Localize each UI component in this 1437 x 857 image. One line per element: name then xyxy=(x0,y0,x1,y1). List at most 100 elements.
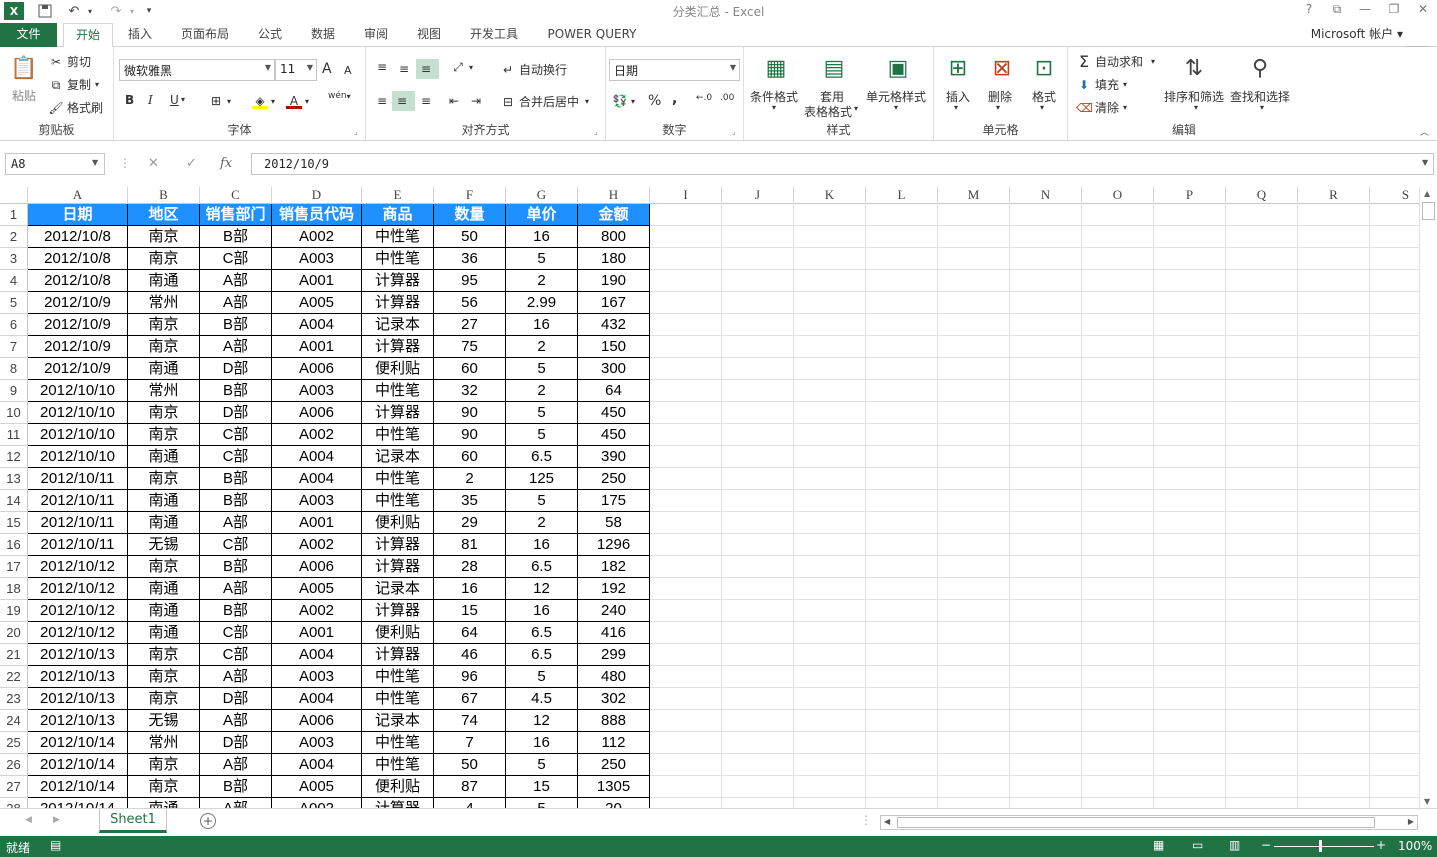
empty-cell[interactable] xyxy=(650,314,722,336)
empty-cell[interactable] xyxy=(1154,666,1226,688)
table-cell[interactable]: A003 xyxy=(272,490,362,512)
column-header-D[interactable]: D xyxy=(272,187,362,204)
empty-cell[interactable] xyxy=(722,314,794,336)
table-cell[interactable]: A005 xyxy=(272,292,362,314)
empty-cell[interactable] xyxy=(866,380,938,402)
table-cell[interactable]: 888 xyxy=(578,710,650,732)
empty-cell[interactable] xyxy=(722,292,794,314)
column-header-Q[interactable]: Q xyxy=(1226,187,1298,204)
empty-cell[interactable] xyxy=(1226,248,1298,270)
empty-cell[interactable] xyxy=(938,402,1010,424)
empty-cell[interactable] xyxy=(1082,578,1154,600)
empty-cell[interactable] xyxy=(722,644,794,666)
table-cell[interactable]: A部 xyxy=(200,512,272,534)
column-header-M[interactable]: M xyxy=(938,187,1010,204)
empty-cell[interactable] xyxy=(650,358,722,380)
align-middle-button[interactable]: ≡ xyxy=(396,61,415,77)
tab-view[interactable]: 视图 xyxy=(409,23,449,47)
page-layout-view-icon[interactable]: ▭ xyxy=(1192,838,1203,852)
copy-button[interactable]: ⧉ 复制 ▾ xyxy=(48,76,99,93)
table-cell[interactable]: C部 xyxy=(200,644,272,666)
row-header[interactable]: 7 xyxy=(0,336,28,358)
conditional-format-icon[interactable]: ▦ xyxy=(760,53,792,85)
table-cell[interactable]: 27 xyxy=(434,314,506,336)
table-header-cell[interactable]: 地区 xyxy=(128,204,200,226)
table-cell[interactable]: 35 xyxy=(434,490,506,512)
empty-cell[interactable] xyxy=(1154,402,1226,424)
empty-cell[interactable] xyxy=(938,600,1010,622)
empty-cell[interactable] xyxy=(1226,468,1298,490)
empty-cell[interactable] xyxy=(650,490,722,512)
empty-cell[interactable] xyxy=(794,578,866,600)
empty-cell[interactable] xyxy=(866,600,938,622)
table-cell[interactable]: 记录本 xyxy=(362,710,434,732)
table-cell[interactable]: C部 xyxy=(200,622,272,644)
increase-indent-button[interactable]: ⇥ xyxy=(468,93,487,109)
table-cell[interactable]: 记录本 xyxy=(362,578,434,600)
empty-cell[interactable] xyxy=(722,666,794,688)
empty-cell[interactable] xyxy=(1370,556,1419,578)
empty-cell[interactable] xyxy=(866,204,938,226)
table-cell[interactable]: 计算器 xyxy=(362,270,434,292)
page-break-view-icon[interactable]: ▥ xyxy=(1229,838,1240,852)
empty-cell[interactable] xyxy=(1226,336,1298,358)
zoom-slider[interactable] xyxy=(1274,846,1374,847)
table-cell[interactable]: A004 xyxy=(272,314,362,336)
table-cell[interactable]: 390 xyxy=(578,446,650,468)
empty-cell[interactable] xyxy=(1298,468,1370,490)
empty-cell[interactable] xyxy=(1154,248,1226,270)
table-cell[interactable]: A003 xyxy=(272,666,362,688)
chevron-down-icon[interactable]: ▾ xyxy=(996,103,1000,112)
table-cell[interactable]: 2012/10/13 xyxy=(28,710,128,732)
enter-icon[interactable]: ✓ xyxy=(186,156,197,171)
empty-cell[interactable] xyxy=(1226,380,1298,402)
empty-cell[interactable] xyxy=(1370,314,1419,336)
empty-cell[interactable] xyxy=(1298,358,1370,380)
table-cell[interactable]: 2012/10/12 xyxy=(28,622,128,644)
table-cell[interactable]: 302 xyxy=(578,688,650,710)
empty-cell[interactable] xyxy=(1154,336,1226,358)
table-cell[interactable]: 2012/10/14 xyxy=(28,776,128,798)
table-cell[interactable]: 南京 xyxy=(128,666,200,688)
empty-cell[interactable] xyxy=(1082,446,1154,468)
table-cell[interactable]: 1305 xyxy=(578,776,650,798)
table-cell[interactable]: 2012/10/14 xyxy=(28,798,128,808)
row-header[interactable]: 10 xyxy=(0,402,28,424)
table-cell[interactable]: A002 xyxy=(272,424,362,446)
empty-cell[interactable] xyxy=(1298,666,1370,688)
column-header-G[interactable]: G xyxy=(506,187,578,204)
empty-cell[interactable] xyxy=(1082,490,1154,512)
table-cell[interactable]: 64 xyxy=(434,622,506,644)
table-cell[interactable]: 450 xyxy=(578,424,650,446)
empty-cell[interactable] xyxy=(794,226,866,248)
empty-cell[interactable] xyxy=(938,688,1010,710)
empty-cell[interactable] xyxy=(1370,776,1419,798)
table-cell[interactable]: A001 xyxy=(272,512,362,534)
empty-cell[interactable] xyxy=(1010,666,1082,688)
table-cell[interactable]: A部 xyxy=(200,270,272,292)
empty-cell[interactable] xyxy=(794,490,866,512)
column-header-O[interactable]: O xyxy=(1082,187,1154,204)
ribbon-display-button[interactable]: ⧉ xyxy=(1324,2,1350,20)
table-cell[interactable]: 南京 xyxy=(128,754,200,776)
row-header[interactable]: 15 xyxy=(0,512,28,534)
decrease-indent-button[interactable]: ⇤ xyxy=(446,93,465,109)
empty-cell[interactable] xyxy=(1226,754,1298,776)
empty-cell[interactable] xyxy=(1298,336,1370,358)
empty-cell[interactable] xyxy=(1154,754,1226,776)
empty-cell[interactable] xyxy=(1010,732,1082,754)
empty-cell[interactable] xyxy=(866,644,938,666)
table-cell[interactable]: 2 xyxy=(506,512,578,534)
row-header[interactable]: 16 xyxy=(0,534,28,556)
empty-cell[interactable] xyxy=(866,776,938,798)
table-cell[interactable]: 计算器 xyxy=(362,600,434,622)
empty-cell[interactable] xyxy=(1298,798,1370,808)
table-cell[interactable]: 计算器 xyxy=(362,534,434,556)
empty-cell[interactable] xyxy=(938,226,1010,248)
table-cell[interactable]: 75 xyxy=(434,336,506,358)
table-cell[interactable]: B部 xyxy=(200,380,272,402)
table-cell[interactable]: 250 xyxy=(578,754,650,776)
table-cell[interactable]: 36 xyxy=(434,248,506,270)
empty-cell[interactable] xyxy=(1370,600,1419,622)
table-cell[interactable]: 南通 xyxy=(128,622,200,644)
